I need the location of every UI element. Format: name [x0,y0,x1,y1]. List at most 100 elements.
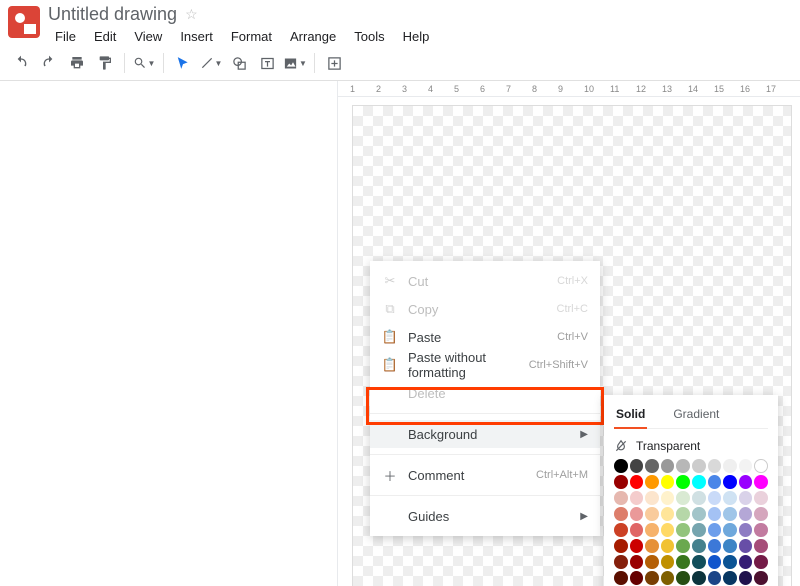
color-swatch[interactable] [708,475,722,489]
color-swatch[interactable] [661,571,675,585]
menu-format[interactable]: Format [224,27,279,46]
color-swatch[interactable] [692,475,706,489]
color-swatch[interactable] [676,523,690,537]
color-swatch[interactable] [723,475,737,489]
color-swatch[interactable] [692,555,706,569]
color-swatch[interactable] [614,555,628,569]
menu-tools[interactable]: Tools [347,27,391,46]
color-swatch[interactable] [754,491,768,505]
color-swatch[interactable] [614,523,628,537]
menu-item-comment[interactable]: ＋ Comment Ctrl+Alt+M [370,461,600,489]
color-swatch[interactable] [692,571,706,585]
color-swatch[interactable] [645,459,659,473]
color-swatch[interactable] [614,491,628,505]
color-swatch[interactable] [708,507,722,521]
color-swatch[interactable] [692,491,706,505]
color-swatch[interactable] [739,475,753,489]
color-swatch[interactable] [630,491,644,505]
insert-comment-button[interactable] [321,50,347,76]
color-swatch[interactable] [754,555,768,569]
color-swatch[interactable] [645,491,659,505]
color-swatch[interactable] [630,507,644,521]
menu-arrange[interactable]: Arrange [283,27,343,46]
color-swatch[interactable] [723,459,737,473]
color-swatch[interactable] [661,555,675,569]
color-swatch[interactable] [692,539,706,553]
color-swatch[interactable] [676,507,690,521]
color-swatch[interactable] [739,523,753,537]
paint-format-button[interactable] [92,50,118,76]
color-swatch[interactable] [739,507,753,521]
color-swatch[interactable] [723,571,737,585]
menu-view[interactable]: View [127,27,169,46]
image-tool[interactable]: ▼ [282,50,308,76]
menu-file[interactable]: File [48,27,83,46]
color-swatch[interactable] [630,555,644,569]
color-swatch[interactable] [739,571,753,585]
color-swatch[interactable] [614,539,628,553]
tab-gradient[interactable]: Gradient [671,403,721,428]
color-swatch[interactable] [630,475,644,489]
color-swatch[interactable] [676,491,690,505]
color-swatch[interactable] [614,571,628,585]
color-swatch[interactable] [614,507,628,521]
color-swatch[interactable] [708,459,722,473]
color-swatch[interactable] [630,459,644,473]
color-swatch[interactable] [754,571,768,585]
textbox-tool[interactable] [254,50,280,76]
color-swatch[interactable] [661,475,675,489]
color-swatch[interactable] [630,539,644,553]
color-swatch[interactable] [676,571,690,585]
color-swatch[interactable] [661,459,675,473]
color-swatch[interactable] [708,539,722,553]
shape-tool[interactable] [226,50,252,76]
color-swatch[interactable] [630,523,644,537]
color-swatch[interactable] [645,539,659,553]
color-swatch[interactable] [708,491,722,505]
color-swatch[interactable] [645,507,659,521]
color-swatch[interactable] [754,507,768,521]
menu-item-paste-without-formatting[interactable]: 📋 Paste without formatting Ctrl+Shift+V [370,351,600,379]
color-swatch[interactable] [676,475,690,489]
color-swatch[interactable] [692,507,706,521]
menu-item-guides[interactable]: Guides ▶ [370,502,600,530]
color-swatch[interactable] [676,539,690,553]
color-swatch[interactable] [614,459,628,473]
color-swatch[interactable] [723,539,737,553]
color-swatch[interactable] [614,475,628,489]
menu-insert[interactable]: Insert [173,27,220,46]
tab-solid[interactable]: Solid [614,403,647,429]
color-swatch[interactable] [723,523,737,537]
line-tool[interactable]: ▼ [198,50,224,76]
color-swatch[interactable] [645,571,659,585]
print-button[interactable] [64,50,90,76]
color-swatch[interactable] [661,539,675,553]
menu-help[interactable]: Help [396,27,437,46]
menu-item-paste[interactable]: 📋 Paste Ctrl+V [370,323,600,351]
color-swatch[interactable] [708,523,722,537]
color-swatch[interactable] [661,507,675,521]
color-swatch[interactable] [739,459,753,473]
color-swatch[interactable] [739,539,753,553]
star-icon[interactable]: ☆ [185,6,198,23]
color-swatch[interactable] [739,555,753,569]
color-swatch[interactable] [754,523,768,537]
color-swatch[interactable] [754,475,768,489]
color-swatch[interactable] [692,459,706,473]
color-swatch[interactable] [708,555,722,569]
zoom-button[interactable]: ▼ [131,50,157,76]
color-swatch[interactable] [708,571,722,585]
color-swatch[interactable] [723,507,737,521]
transparent-option[interactable]: Transparent [614,435,768,459]
color-swatch[interactable] [645,475,659,489]
select-tool[interactable] [170,50,196,76]
color-swatch[interactable] [645,523,659,537]
doc-title[interactable]: Untitled drawing [48,4,177,25]
color-swatch[interactable] [723,555,737,569]
color-swatch[interactable] [645,555,659,569]
redo-button[interactable] [36,50,62,76]
color-swatch[interactable] [676,555,690,569]
color-swatch[interactable] [754,539,768,553]
color-swatch[interactable] [661,523,675,537]
color-swatch[interactable] [630,571,644,585]
